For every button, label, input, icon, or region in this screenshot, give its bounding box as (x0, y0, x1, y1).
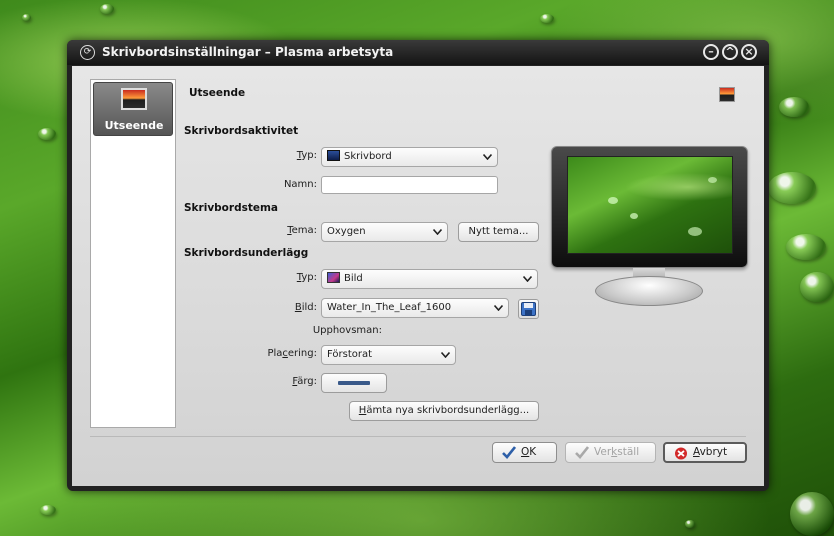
chevron-down-icon (441, 352, 450, 358)
chevron-down-icon (494, 305, 503, 311)
wallpaper-drop (800, 272, 834, 302)
open-image-button[interactable] (518, 299, 539, 319)
preview-monitor-frame (551, 146, 748, 268)
color-swatch (338, 381, 370, 385)
wallpaper-drop (685, 520, 695, 528)
activity-type-combo[interactable]: Skrivbord (321, 147, 498, 167)
check-icon (502, 446, 516, 459)
wallpaper-type-combo[interactable]: Bild (321, 269, 538, 289)
chevron-down-icon (433, 229, 442, 235)
theme-label: Tema: (287, 225, 317, 236)
separator (90, 436, 746, 437)
name-label: Namn: (283, 179, 317, 190)
section-wallpaper: Skrivbordsunderlägg (184, 247, 309, 259)
minimize-icon[interactable]: – (703, 44, 719, 60)
author-label: Upphovsman: (312, 325, 382, 336)
new-theme-button[interactable]: Nytt tema... (458, 222, 539, 242)
monitor-sunset-icon (121, 88, 147, 110)
wallpaper-drop (22, 14, 31, 21)
apply-button[interactable]: Verkställ (565, 442, 656, 463)
wallpaper-drop (768, 172, 816, 204)
sidebar-item-label: Utseende (104, 119, 164, 132)
get-new-wallpapers-button[interactable]: Hämta nya skrivbordsunderlägg... (349, 401, 539, 421)
name-field[interactable] (321, 176, 498, 194)
placement-value: Förstorat (327, 349, 373, 360)
wallpaper-drop (100, 4, 114, 14)
window-title: Skrivbordsinställningar – Plasma arbetsy… (102, 45, 394, 59)
desktop-icon (327, 150, 340, 161)
placement-label: Placering: (267, 348, 317, 359)
page-monitor-icon (719, 87, 735, 102)
window-menu-icon[interactable]: ⟳ (80, 45, 95, 60)
preview-monitor-base (595, 276, 703, 306)
category-sidebar: Utseende (90, 79, 176, 428)
wallpaper-preview (551, 146, 748, 343)
cancel-icon (675, 447, 687, 460)
wallpaper-drop (779, 97, 809, 117)
wallpaper-drop (38, 128, 56, 140)
section-activity: Skrivbordsaktivitet (184, 125, 299, 137)
image-value: Water_In_The_Leaf_1600 (327, 302, 452, 313)
color-label: Färg: (292, 376, 317, 387)
chevron-down-icon (483, 154, 492, 160)
page-title: Utseende (189, 87, 246, 99)
image-icon (327, 272, 340, 283)
save-icon (521, 302, 536, 316)
theme-combo[interactable]: Oxygen (321, 222, 448, 242)
wallpaper-type-value: Bild (344, 273, 363, 284)
settings-window: ⟳ Skrivbordsinställningar – Plasma arbet… (67, 40, 769, 491)
activity-type-value: Skrivbord (344, 151, 392, 162)
wallpaper-drop (790, 492, 834, 536)
section-theme: Skrivbordstema (184, 202, 279, 214)
wallpaper-drop (40, 505, 56, 515)
maximize-icon[interactable]: ^ (722, 44, 738, 60)
sidebar-item-utseende[interactable]: Utseende (93, 82, 173, 136)
image-label: Bild: (294, 302, 317, 313)
check-icon (575, 446, 589, 459)
image-combo[interactable]: Water_In_The_Leaf_1600 (321, 298, 509, 318)
theme-value: Oxygen (327, 226, 366, 237)
wallpaper-type-label: Typ: (296, 272, 317, 283)
placement-combo[interactable]: Förstorat (321, 345, 456, 365)
chevron-down-icon (523, 276, 532, 282)
activity-type-label: Typ: (296, 150, 317, 161)
dialog-body: Utseende Utseende Skrivbordsaktivitet Ty… (72, 66, 764, 486)
cancel-button[interactable]: Avbryt (663, 442, 747, 463)
color-picker-button[interactable] (321, 373, 387, 393)
preview-screen (567, 156, 733, 254)
close-icon[interactable]: × (741, 44, 757, 60)
wallpaper-drop (786, 234, 826, 260)
ok-button[interactable]: OK (492, 442, 557, 463)
titlebar[interactable]: ⟳ Skrivbordsinställningar – Plasma arbet… (67, 40, 769, 65)
wallpaper-drop (540, 14, 554, 23)
